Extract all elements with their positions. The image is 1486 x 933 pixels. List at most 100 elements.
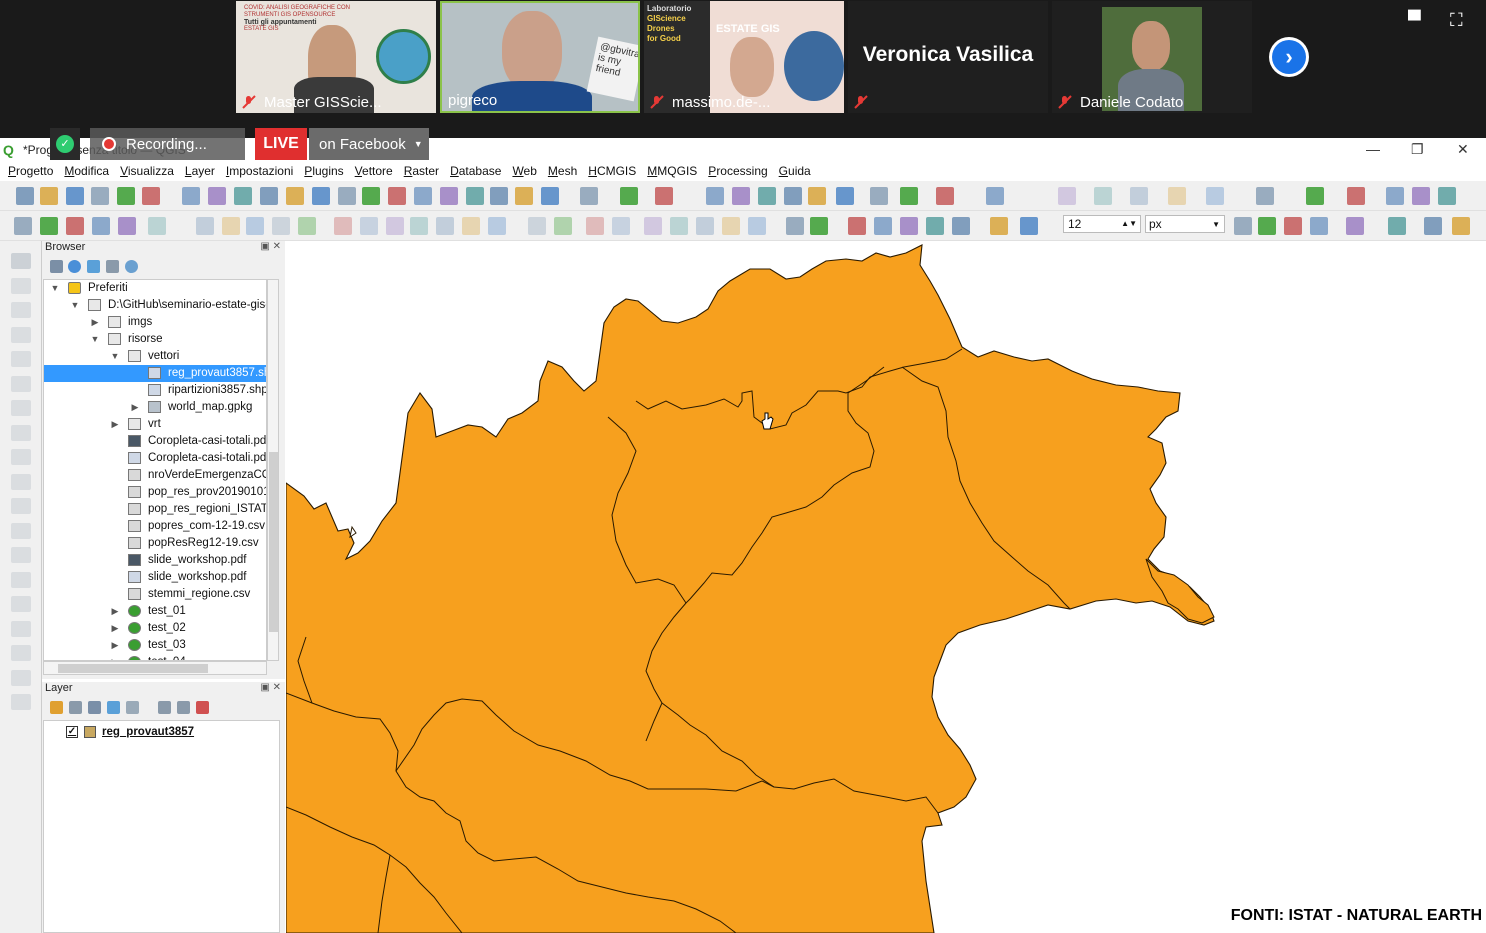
tree-item[interactable]: popResReg12-19.csv bbox=[44, 535, 266, 552]
select-feature-icon[interactable] bbox=[580, 187, 598, 205]
new-map-view-icon[interactable] bbox=[440, 187, 458, 205]
menu-layer[interactable]: Layer bbox=[185, 164, 215, 178]
digitizing-tool-icon[interactable] bbox=[11, 620, 31, 637]
toolbar-icon[interactable] bbox=[462, 217, 480, 235]
style-panel-icon[interactable] bbox=[50, 701, 63, 714]
layout-view-icon[interactable]: ▀ bbox=[1408, 10, 1421, 31]
browser-vertical-scrollbar[interactable] bbox=[267, 279, 279, 661]
toolbar-icon[interactable] bbox=[900, 217, 918, 235]
layout-icon[interactable] bbox=[1386, 187, 1404, 205]
digitizing-tool-icon[interactable] bbox=[11, 473, 31, 490]
tree-item[interactable]: ▶ test_01 bbox=[44, 603, 266, 620]
add-selected-icon[interactable] bbox=[50, 260, 63, 273]
participant-tile-1[interactable]: COVID: ANALISI GEOGRAFICHE CON STRUMENTI… bbox=[236, 1, 436, 113]
attribute-table-icon[interactable] bbox=[732, 187, 750, 205]
expand-arrow-icon[interactable]: ▶ bbox=[110, 654, 120, 660]
menu-modifica[interactable]: Modifica bbox=[64, 164, 109, 178]
filter-expression-icon[interactable] bbox=[126, 701, 139, 714]
panel-close-icon[interactable]: ▣ ✕ bbox=[260, 682, 281, 693]
close-button[interactable]: ✕ bbox=[1457, 141, 1469, 158]
toolbar-icon[interactable] bbox=[1284, 217, 1302, 235]
open-project-icon[interactable] bbox=[40, 187, 58, 205]
locator-icon[interactable] bbox=[1256, 187, 1274, 205]
filter-legend-icon[interactable] bbox=[107, 701, 120, 714]
zoom-to-selection-icon[interactable] bbox=[312, 187, 330, 205]
toolbar-icon[interactable] bbox=[298, 217, 316, 235]
label-unit-select[interactable]: px ▼ bbox=[1145, 215, 1225, 233]
toolbar-icon[interactable] bbox=[786, 217, 804, 235]
select-by-expression-icon[interactable] bbox=[655, 187, 673, 205]
tree-item[interactable]: ▼ Preferiti bbox=[44, 280, 266, 297]
tree-item[interactable]: reg_provaut3857.shp bbox=[44, 365, 266, 382]
toolbar-icon[interactable] bbox=[66, 217, 84, 235]
digitizing-tool-icon[interactable] bbox=[11, 400, 31, 416]
menu-guida[interactable]: Guida bbox=[779, 164, 811, 178]
toolbar-icon[interactable] bbox=[1020, 217, 1038, 235]
toolbar-icon[interactable] bbox=[222, 217, 240, 235]
toolbar-icon[interactable] bbox=[644, 217, 662, 235]
zoom-to-layer-icon[interactable] bbox=[338, 187, 356, 205]
digitizing-tool-icon[interactable] bbox=[11, 498, 31, 514]
toolbar-icon[interactable] bbox=[848, 217, 866, 235]
digitizing-tool-icon[interactable] bbox=[11, 375, 31, 392]
expand-all-icon[interactable] bbox=[158, 701, 171, 714]
panel-close-icon[interactable]: ▣ ✕ bbox=[260, 241, 281, 252]
toolbar-icon[interactable] bbox=[696, 217, 714, 235]
toolbar-icon[interactable] bbox=[990, 217, 1008, 235]
pan-to-selection-icon[interactable] bbox=[208, 187, 226, 205]
toolbar-icon[interactable] bbox=[722, 217, 740, 235]
show-bookmarks-icon[interactable] bbox=[490, 187, 508, 205]
tree-item[interactable]: ▶ test_04 bbox=[44, 654, 266, 660]
vertex-tool-icon[interactable] bbox=[1094, 187, 1112, 205]
restore-button[interactable]: ❐ bbox=[1411, 141, 1424, 158]
tree-item[interactable]: popres_com-12-19.csv bbox=[44, 518, 266, 535]
menu-plugins[interactable]: Plugins bbox=[304, 164, 343, 178]
zoom-in-icon[interactable] bbox=[234, 187, 252, 205]
digitizing-tool-icon[interactable] bbox=[11, 326, 31, 343]
toolbar-icon[interactable] bbox=[40, 217, 58, 235]
tree-item[interactable]: Coropleta-casi-totali.pdf bbox=[44, 433, 266, 450]
shape-icon[interactable] bbox=[1130, 187, 1148, 205]
remove-layer-icon[interactable] bbox=[196, 701, 209, 714]
digitizing-tool-icon[interactable] bbox=[11, 277, 31, 294]
expand-arrow-icon[interactable]: ▶ bbox=[110, 416, 120, 433]
advanced-digitize-icon[interactable] bbox=[1168, 187, 1186, 205]
toolbar-icon[interactable] bbox=[1424, 217, 1442, 235]
toolbar-icon[interactable] bbox=[118, 217, 136, 235]
georef-icon[interactable] bbox=[1412, 187, 1430, 205]
security-shield-icon[interactable]: ✓ bbox=[50, 128, 80, 160]
collapse-all-icon[interactable] bbox=[177, 701, 190, 714]
toolbar-icon[interactable] bbox=[1346, 217, 1364, 235]
layer-visibility-checkbox[interactable]: ✓ bbox=[66, 725, 78, 738]
toolbar-icon[interactable] bbox=[810, 217, 828, 235]
expand-arrow-icon[interactable]: ▶ bbox=[130, 399, 140, 416]
tree-item[interactable]: stemmi_regione.csv bbox=[44, 586, 266, 603]
digitizing-tool-icon[interactable] bbox=[11, 669, 31, 686]
collapse-arrow-icon[interactable]: ▼ bbox=[50, 280, 60, 297]
tree-item[interactable]: ▶ world_map.gpkg bbox=[44, 399, 266, 416]
tree-item[interactable]: ▶ test_02 bbox=[44, 620, 266, 637]
map-tips-icon[interactable] bbox=[870, 187, 888, 205]
participant-tile-3[interactable]: Laboratorio GIScience Drones for Good ES… bbox=[644, 1, 844, 113]
next-page-button[interactable]: › bbox=[1269, 37, 1309, 77]
live-target-dropdown[interactable]: on Facebook ▼ bbox=[309, 128, 429, 160]
plugin-icon[interactable] bbox=[1306, 187, 1324, 205]
layer-item[interactable]: ✓ reg_provaut3857 bbox=[44, 723, 194, 740]
menu-mesh[interactable]: Mesh bbox=[548, 164, 577, 178]
digitize-icon[interactable] bbox=[1058, 187, 1076, 205]
menu-hcmgis[interactable]: HCMGIS bbox=[588, 164, 636, 178]
digitizing-tool-icon[interactable] bbox=[11, 522, 31, 539]
tree-item[interactable]: ▶ vrt bbox=[44, 416, 266, 433]
text-annotation-icon[interactable] bbox=[936, 187, 954, 205]
menu-progetto[interactable]: Progetto bbox=[8, 164, 53, 178]
menu-impostazioni[interactable]: Impostazioni bbox=[226, 164, 293, 178]
map-canvas[interactable]: FONTI: ISTAT - NATURAL EARTH bbox=[286, 241, 1486, 933]
toolbar-icon[interactable] bbox=[1310, 217, 1328, 235]
toolbar-icon[interactable] bbox=[1234, 217, 1252, 235]
toolbar-icon[interactable] bbox=[360, 217, 378, 235]
participant-tile-2[interactable]: @gbvitrano is my friend pigreco bbox=[440, 1, 640, 113]
statistics-icon[interactable] bbox=[808, 187, 826, 205]
save-as-icon[interactable] bbox=[91, 187, 109, 205]
digitizing-tool-icon[interactable] bbox=[11, 596, 31, 612]
filter-icon[interactable] bbox=[87, 260, 100, 273]
